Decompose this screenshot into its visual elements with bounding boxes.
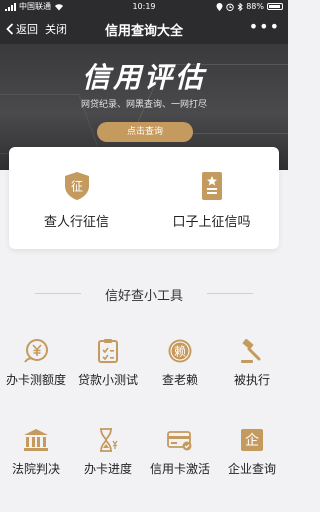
status-right: 88% <box>216 0 283 13</box>
tool-label: 企业查询 <box>227 462 276 476</box>
stamp-icon-text: 赖 <box>174 345 186 359</box>
nav-bar: 返回 关闭 信用查询大全 ••• <box>0 13 288 44</box>
yen-coin-icon <box>24 339 48 363</box>
divider <box>207 293 253 294</box>
tool-enforced[interactable]: 被执行 <box>216 338 288 398</box>
credit-card-icon <box>167 431 192 451</box>
tool-card-activation[interactable]: 信用卡激活 <box>144 427 216 487</box>
tool-label: 信用卡激活 <box>149 462 210 476</box>
document-icon <box>202 172 222 200</box>
card-label: 查人行征信 <box>43 215 109 230</box>
gavel-icon <box>241 338 261 363</box>
stamp-icon: 赖 <box>168 339 192 363</box>
location-icon <box>216 2 223 11</box>
battery-icon <box>267 3 283 10</box>
tool-loan-test[interactable]: 贷款小测试 <box>72 338 144 398</box>
tool-company-query[interactable]: 企 企业查询 <box>216 427 288 487</box>
back-button[interactable]: 返回 <box>6 21 38 37</box>
tool-label: 办卡测额度 <box>5 373 66 387</box>
courthouse-icon <box>24 429 48 451</box>
chevron-left-icon <box>6 23 14 35</box>
tools-section-heading: 信好查小工具 <box>0 283 288 304</box>
back-label: 返回 <box>16 23 38 36</box>
tool-card-limit[interactable]: 办卡测额度 <box>0 338 72 398</box>
query-button[interactable]: 点击查询 <box>97 122 193 142</box>
bluetooth-icon <box>237 2 243 11</box>
shield-icon-text: 征 <box>71 180 83 194</box>
tool-label: 法院判决 <box>11 462 60 476</box>
company-icon: 企 <box>241 429 263 451</box>
clipboard-icon <box>98 339 118 363</box>
card-label: 口子上征信吗 <box>172 215 251 230</box>
tool-label: 办卡进度 <box>83 462 132 476</box>
hero-title: 信用评估 <box>81 61 206 94</box>
card-item-loan-credit[interactable]: 口子上征信吗 <box>144 147 279 249</box>
battery-percent: 88% <box>246 2 264 11</box>
status-bar: 中国联通 10:19 88% <box>0 0 288 13</box>
alarm-icon <box>226 3 234 11</box>
credit-check-card: 征 查人行征信 口子上征信吗 <box>9 147 279 249</box>
tool-card-progress[interactable]: 办卡进度 <box>72 427 144 487</box>
company-icon-text: 企 <box>245 432 259 449</box>
hourglass-icon <box>100 428 118 452</box>
hero-subtitle: 网贷纪录、网黑查询、一网打尽 <box>80 100 207 110</box>
tool-label: 查老赖 <box>161 373 198 387</box>
section-title: 信好查小工具 <box>104 289 183 304</box>
more-menu-button[interactable]: ••• <box>249 17 280 36</box>
card-item-pboc-credit[interactable]: 征 查人行征信 <box>9 147 144 249</box>
page-title: 信用查询大全 <box>104 24 183 39</box>
top-bar: 中国联通 10:19 88% 返回 关闭 信用查询大全 ••• <box>0 0 288 44</box>
tool-label: 被执行 <box>233 373 270 387</box>
tool-debtor-check[interactable]: 赖 查老赖 <box>144 338 216 398</box>
shield-icon: 征 <box>65 172 89 200</box>
close-button[interactable]: 关闭 <box>45 21 67 37</box>
tool-label: 贷款小测试 <box>77 373 138 387</box>
tool-court-judgment[interactable]: 法院判决 <box>0 427 72 487</box>
